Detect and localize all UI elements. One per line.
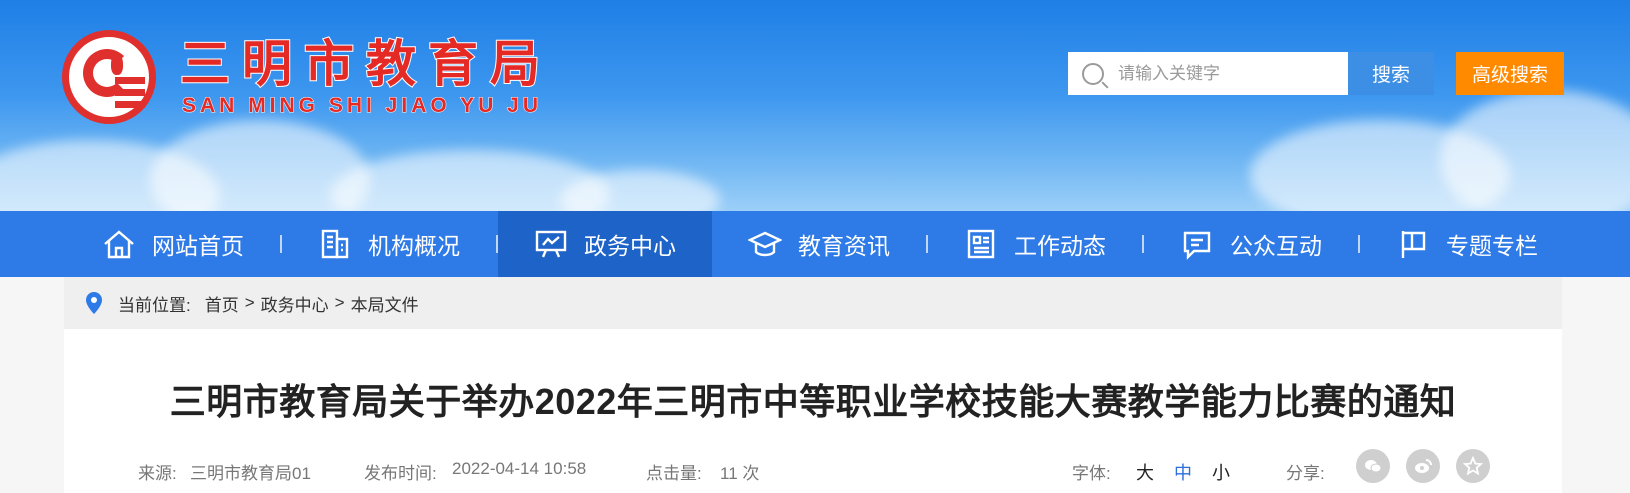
logo-title-cn[interactable]: 三明市教育局 (179, 24, 552, 96)
search-input[interactable] (1118, 63, 1338, 84)
breadcrumb-prefix: 当前位置: (118, 295, 191, 315)
weibo-icon[interactable] (1406, 449, 1440, 483)
breadcrumb-home-link[interactable]: 首页 (205, 291, 239, 316)
search-box[interactable] (1068, 52, 1348, 95)
advanced-search-button[interactable]: 高级搜索 (1456, 52, 1564, 95)
logo-emblem[interactable] (62, 30, 156, 124)
font-size-small[interactable]: 小 (1212, 459, 1230, 485)
presentation-icon (534, 228, 568, 260)
font-size-medium[interactable]: 中 (1174, 459, 1192, 485)
date-value: 2022-04-14 10:58 (452, 459, 587, 478)
search-icon (1082, 62, 1104, 85)
site-header: 三明市教育局 SAN MING SHI JIAO YU JU 搜索 高级搜索 (0, 0, 1630, 211)
search-button[interactable]: 搜索 (1348, 52, 1434, 95)
nav-item-special-topics[interactable]: 专题专栏 (1360, 211, 1574, 277)
document-icon (964, 228, 998, 260)
breadcrumb-government-link[interactable]: 政务中心 (261, 291, 329, 316)
home-icon (102, 228, 136, 260)
date-label: 发布时间: (364, 464, 437, 483)
nav-item-organization[interactable]: 机构概况 (282, 211, 496, 277)
chat-icon (1180, 228, 1214, 260)
main-nav: 网站首页 机构概况 政务中心 教育资讯 工作动态 公众互动 专题专栏 (0, 211, 1630, 277)
nav-item-label: 专题专栏 (1446, 233, 1538, 259)
nav-item-education-news[interactable]: 教育资讯 (712, 211, 926, 277)
breadcrumb-separator: > (244, 293, 255, 312)
views-value: 11 次 (720, 464, 760, 483)
article-title: 三明市教育局关于举办2022年三明市中等职业学校技能大赛教学能力比赛的通知 (169, 381, 1457, 422)
building-icon (318, 228, 352, 260)
nav-item-public-interaction[interactable]: 公众互动 (1144, 211, 1358, 277)
logo-title-en: SAN MING SHI JIAO YU JU (182, 94, 542, 118)
breadcrumb-current[interactable]: 本局文件 (351, 291, 419, 316)
nav-item-label: 工作动态 (1014, 233, 1106, 259)
nav-item-label: 机构概况 (368, 233, 460, 259)
location-pin-icon (86, 292, 102, 314)
font-size-large[interactable]: 大 (1136, 459, 1154, 485)
article-panel: 三明市教育局关于举办2022年三明市中等职业学校技能大赛教学能力比赛的通知 来源… (64, 329, 1562, 493)
nav-item-government[interactable]: 政务中心 (498, 211, 712, 277)
source-value: 三明市教育局01 (190, 464, 311, 483)
nav-item-label: 公众互动 (1230, 233, 1322, 259)
font-size-label: 字体: (1072, 464, 1111, 483)
wechat-icon[interactable] (1356, 449, 1390, 483)
graduation-cap-icon (747, 228, 783, 260)
star-icon[interactable] (1456, 449, 1490, 483)
nav-item-home[interactable]: 网站首页 (66, 211, 280, 277)
nav-item-label: 教育资讯 (798, 233, 890, 259)
source-label: 来源: (138, 464, 177, 483)
share-label: 分享: (1286, 464, 1325, 483)
nav-item-work-updates[interactable]: 工作动态 (928, 211, 1142, 277)
nav-item-label: 网站首页 (152, 233, 244, 259)
cloud-decoration (1440, 90, 1630, 211)
nav-item-label: 政务中心 (584, 233, 676, 259)
breadcrumb-separator: > (334, 293, 345, 312)
breadcrumb: 当前位置: 首页 > 政务中心 > 本局文件 (64, 277, 1562, 329)
flag-icon (1396, 228, 1430, 260)
views-label: 点击量: (646, 464, 702, 483)
